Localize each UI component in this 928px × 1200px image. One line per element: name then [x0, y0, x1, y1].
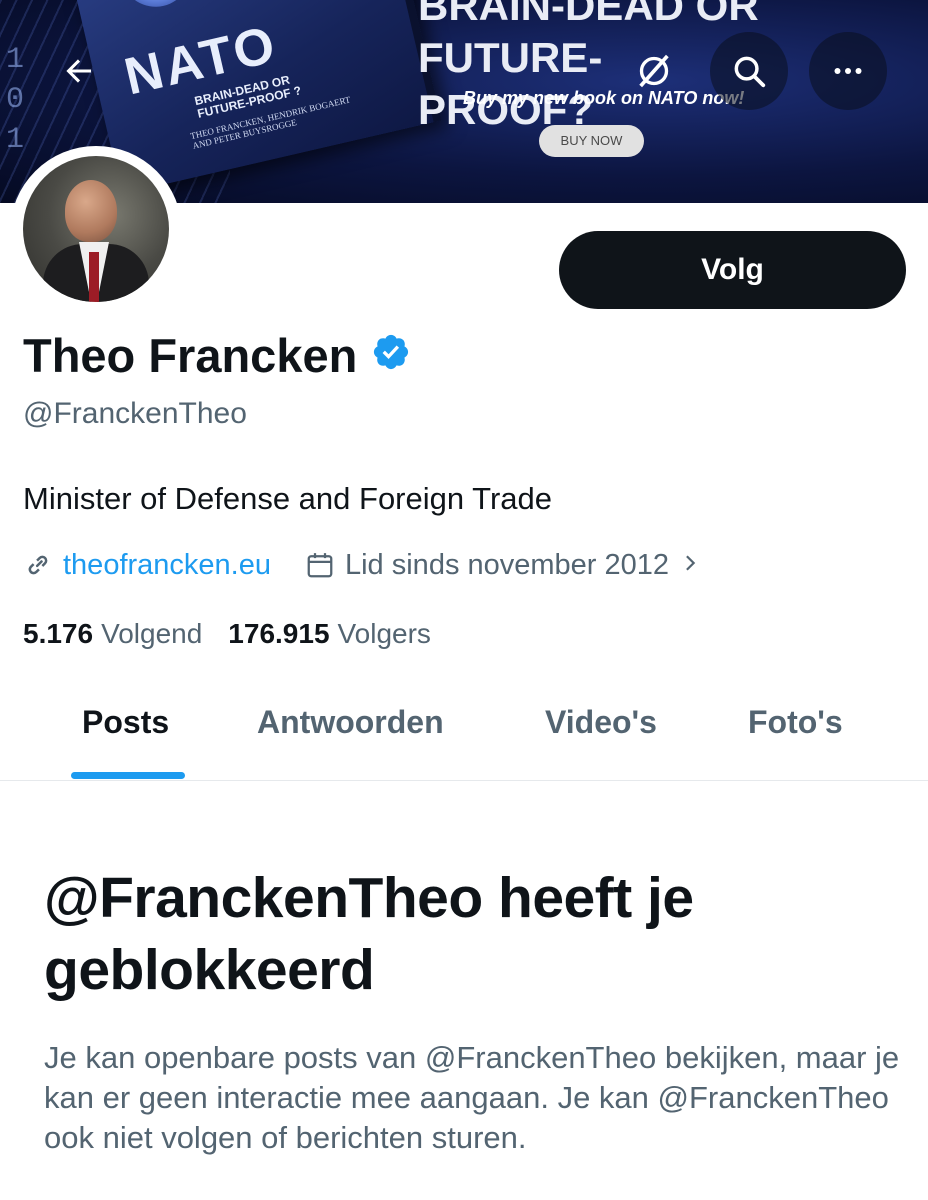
joined-text: Lid sinds november 2012 — [344, 548, 670, 581]
search-icon — [734, 56, 766, 88]
banner-tagline: Buy my new book on NATO now! — [463, 88, 745, 108]
tab-replies[interactable]: Antwoorden — [257, 704, 444, 741]
tab-photos[interactable]: Foto's — [748, 704, 843, 741]
link-icon — [28, 555, 48, 575]
more-horizontal-icon — [834, 68, 862, 74]
tab-posts[interactable]: Posts — [82, 704, 169, 741]
arrow-left-icon — [66, 59, 91, 83]
following-label: Volgend — [101, 618, 203, 649]
avatar-face — [65, 180, 117, 242]
avatar[interactable] — [23, 156, 169, 302]
nato-star-logo — [113, 0, 198, 14]
profile-meta: theofrancken.eu Lid sinds november 2012 — [23, 545, 701, 585]
following-stat[interactable]: 5.176 Volgend — [23, 618, 202, 650]
avatar-tie — [89, 252, 99, 302]
display-name: Theo Francken — [23, 328, 411, 383]
blocked-description: Je kan openbare posts van @FranckenTheo … — [44, 1040, 900, 1155]
follow-button[interactable]: Volg — [559, 231, 906, 309]
grok-button[interactable] — [615, 32, 693, 110]
chevron-right-icon — [679, 549, 701, 582]
followers-label: Volgers — [337, 618, 431, 649]
followers-stat[interactable]: 176.915 Volgers — [228, 618, 431, 650]
back-button[interactable] — [40, 32, 118, 110]
calendar-icon — [307, 553, 333, 578]
buy-now-button: BUY NOW — [539, 125, 644, 157]
tab-videos[interactable]: Video's — [545, 704, 657, 741]
joined-date[interactable]: Lid sinds november 2012 — [305, 549, 701, 582]
following-count: 5.176 — [23, 618, 94, 649]
more-options-button[interactable] — [809, 32, 887, 110]
search-button[interactable] — [710, 32, 788, 110]
grok-icon — [639, 54, 669, 88]
profile-handle: @FranckenTheo — [23, 397, 247, 430]
active-tab-indicator — [71, 772, 185, 779]
website-link[interactable]: theofrancken.eu — [63, 549, 271, 582]
blocked-title: @FranckenTheo heeft je geblokkeerd — [44, 866, 694, 1002]
follow-stats: 5.176 Volgend 176.915 Volgers — [23, 618, 431, 650]
followers-count: 176.915 — [228, 618, 330, 649]
profile-tabs: Posts Antwoorden Video's Foto's — [0, 682, 928, 781]
display-name-text: Theo Francken — [23, 329, 358, 382]
profile-bio: Minister of Defense and Foreign Trade — [23, 481, 552, 516]
verified-badge-icon[interactable] — [371, 328, 411, 383]
